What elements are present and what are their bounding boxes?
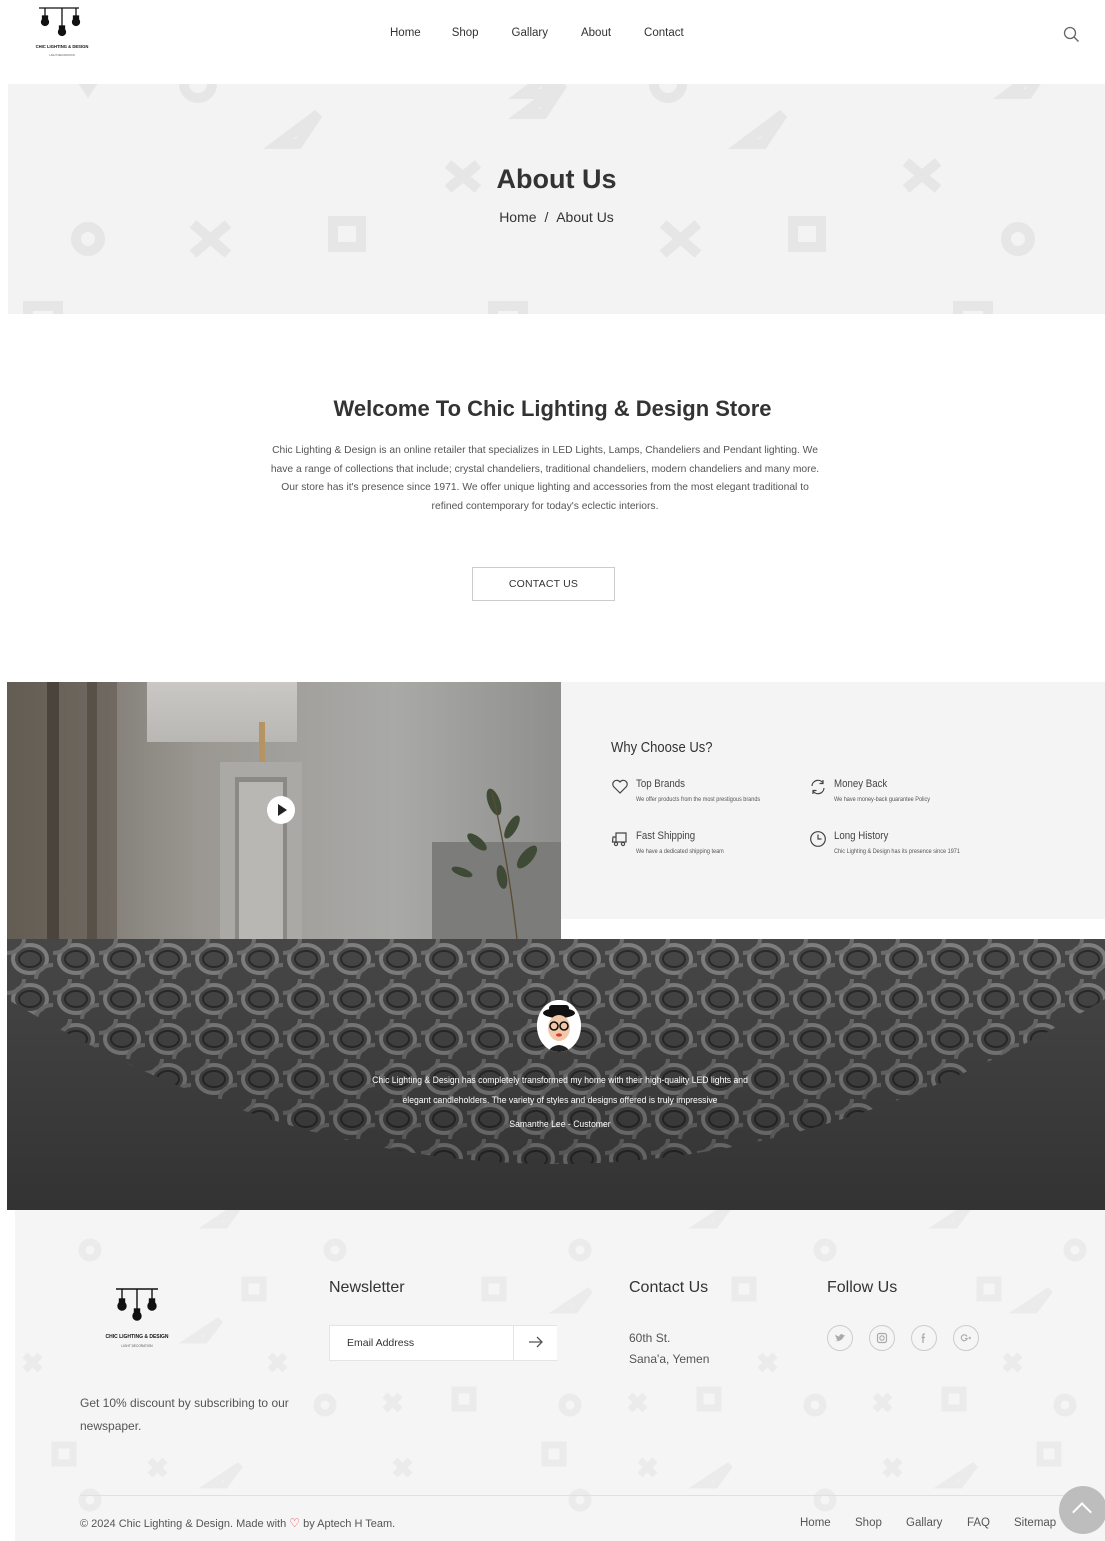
email-input[interactable] [330,1326,514,1360]
feature-desc: We offer products from the most prestigo… [636,796,761,803]
feature-title: Money Back [834,778,888,790]
newsletter-form [329,1325,557,1361]
breadcrumb-current: About Us [556,209,614,225]
footer-link-sitemap[interactable]: Sitemap [1014,1517,1056,1529]
instagram-icon[interactable] [869,1325,895,1351]
heart-icon: ♡ [289,1516,301,1530]
arrow-right-icon [529,1336,543,1347]
search-icon[interactable] [1062,25,1082,45]
breadcrumb-separator: / [544,209,549,225]
nav-about[interactable]: About [581,27,611,39]
scroll-to-top-button[interactable] [1059,1486,1105,1534]
breadcrumb-home[interactable]: Home [499,209,536,225]
footer-link-faq[interactable]: FAQ [967,1517,990,1529]
why-title: Why Choose Us? [611,740,713,756]
feature-title: Long History [834,830,889,842]
footer-link-shop[interactable]: Shop [855,1517,882,1529]
copyright: © 2024 Chic Lighting & Design. Made with… [80,1516,395,1530]
welcome-title: Welcome To Chic Lighting & Design Store [333,396,772,421]
site-header: CHIC LIGHTING & DESIGN LIGHT DECORATION … [0,0,1105,84]
testimonial-quote: Chic Lighting & Design has completely tr… [372,1075,748,1106]
feature-desc: We have money-back guarantee Policy [834,796,931,803]
feature-title: Fast Shipping [636,830,696,842]
newsletter-title: Newsletter [329,1279,405,1296]
nav-home[interactable]: Home [390,27,421,39]
footer-logo[interactable]: CHIC LIGHTING & DESIGN LIGHT DECORATION [96,1285,178,1357]
welcome-text: Chic Lighting & Design is an online reta… [270,445,820,512]
copyright-credit: by Aptech H Team. [303,1518,396,1530]
google-plus-icon[interactable] [953,1325,979,1351]
svg-text:CHIC LIGHTING & DESIGN: CHIC LIGHTING & DESIGN [105,1334,168,1340]
nav-contact[interactable]: Contact [644,27,684,39]
address-line: Sana'a, Yemen [629,1352,710,1366]
footer-link-gallary[interactable]: Gallary [906,1517,942,1529]
why-choose-us: Why Choose Us? Top Brands We offer produ… [561,682,1105,919]
svg-text:CHIC LIGHTING & DESIGN: CHIC LIGHTING & DESIGN [36,44,89,49]
svg-text:LIGHT DECORATION: LIGHT DECORATION [121,1344,153,1348]
contact-address: 60th St. Sana'a, Yemen [629,1328,709,1370]
site-footer [15,1210,1105,1541]
main-nav: Home Shop Gallary About Contact [380,27,717,39]
page-hero: About Us Home / About Us [8,84,1105,314]
truck-icon [611,832,627,847]
hero-pattern [23,84,1041,314]
footer-link-home[interactable]: Home [800,1517,831,1529]
address-line: 60th St. [629,1331,671,1345]
nav-shop[interactable]: Shop [452,27,479,39]
heart-icon [612,779,628,794]
breadcrumb: Home / About Us [8,209,1105,225]
footer-divider [80,1495,1065,1496]
page-title: About Us [496,164,617,194]
clock-icon [810,831,826,847]
contact-title: Contact Us [629,1279,709,1296]
nav-gallary[interactable]: Gallary [512,27,548,39]
play-icon[interactable] [267,796,295,824]
follow-title: Follow Us [827,1279,898,1296]
feature-desc: We have a dedicated shipping team [636,848,724,855]
footer-promo-text: Get 10% discount by subscribing to our n… [80,1396,289,1433]
refresh-icon [811,779,825,795]
facebook-icon[interactable] [911,1325,937,1351]
feature-title: Top Brands [636,778,685,790]
contact-us-button[interactable]: CONTACT US [472,567,615,601]
feature-desc: Chic Lighting & Design has its presence … [834,848,960,855]
twitter-icon[interactable] [827,1325,853,1351]
svg-text:LIGHT DECORATION: LIGHT DECORATION [49,53,75,57]
customer-avatar [537,1000,581,1052]
footer-pattern [22,1210,1087,1512]
brand-logo[interactable]: CHIC LIGHTING & DESIGN LIGHT DECORATION [24,6,102,62]
copyright-text: © 2024 Chic Lighting & Design. Made with [80,1518,287,1530]
newsletter-submit-button[interactable] [515,1326,557,1360]
testimonial-author: Samanthe Lee - Customer [509,1119,611,1130]
